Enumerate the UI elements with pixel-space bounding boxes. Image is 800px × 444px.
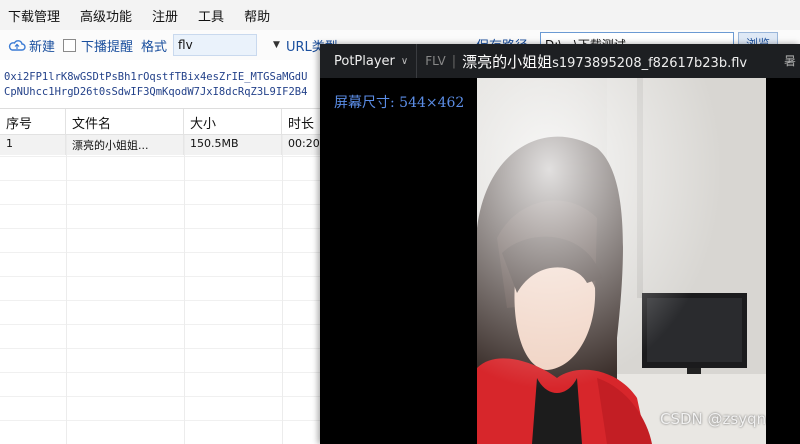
menu-tools[interactable]: 工具	[198, 6, 224, 25]
csdn-watermark: CSDN @zsyqn	[660, 410, 767, 428]
player-title-file: s1973895208_f82617b23b.flv	[552, 55, 748, 71]
divider: |	[451, 53, 457, 69]
potplayer-window: PotPlayer ∨ FLV | 漂亮的小姐姐s1973895208_f826…	[320, 44, 800, 444]
player-titlebar[interactable]: PotPlayer ∨ FLV | 漂亮的小姐姐s1973895208_f826…	[320, 44, 800, 78]
video-image	[477, 78, 766, 444]
reminder-toggle[interactable]: 下播提醒	[63, 36, 133, 55]
header-size[interactable]: 大小	[184, 109, 282, 134]
cell-index: 1	[0, 135, 66, 155]
player-title: 漂亮的小姐姐s1973895208_f82617b23b.flv	[462, 51, 747, 72]
cell-filename: 漂亮的小姐姐...	[66, 135, 184, 155]
video-frame[interactable]	[477, 78, 766, 444]
potplayer-menu-button[interactable]: PotPlayer ∨	[320, 54, 408, 69]
reminder-label: 下播提醒	[81, 39, 134, 55]
chevron-down-icon[interactable]: ▼	[273, 40, 280, 50]
format-value: flv	[178, 38, 193, 52]
new-button-label: 新建	[29, 39, 56, 55]
column-divider	[282, 135, 283, 444]
player-format: FLV	[425, 54, 446, 68]
column-divider	[66, 135, 67, 444]
format-label: 格式	[141, 39, 168, 55]
column-divider	[184, 135, 185, 444]
menu-register[interactable]: 注册	[152, 6, 178, 25]
reminder-checkbox[interactable]	[63, 38, 77, 52]
cell-size: 150.5MB	[184, 135, 282, 155]
format-select[interactable]: flv	[173, 34, 258, 56]
new-button[interactable]: 新建	[8, 36, 55, 55]
cloud-icon	[8, 40, 26, 51]
header-filename[interactable]: 文件名	[66, 109, 184, 134]
player-title-main: 漂亮的小姐姐	[462, 52, 553, 71]
menu-bar: 下载管理 高级功能 注册 工具 帮助	[0, 0, 800, 30]
menu-help[interactable]: 帮助	[244, 6, 270, 25]
player-app-name: PotPlayer	[334, 53, 395, 69]
chevron-down-icon: ∨	[400, 55, 409, 67]
divider	[416, 44, 418, 78]
player-titlebar-extra[interactable]: 暑	[784, 52, 796, 69]
menu-download-manage[interactable]: 下载管理	[8, 6, 60, 25]
menu-advanced[interactable]: 高级功能	[80, 6, 132, 25]
header-index[interactable]: 序号	[0, 109, 66, 134]
osd-screen-size: 屏幕尺寸: 544×462	[334, 95, 465, 111]
